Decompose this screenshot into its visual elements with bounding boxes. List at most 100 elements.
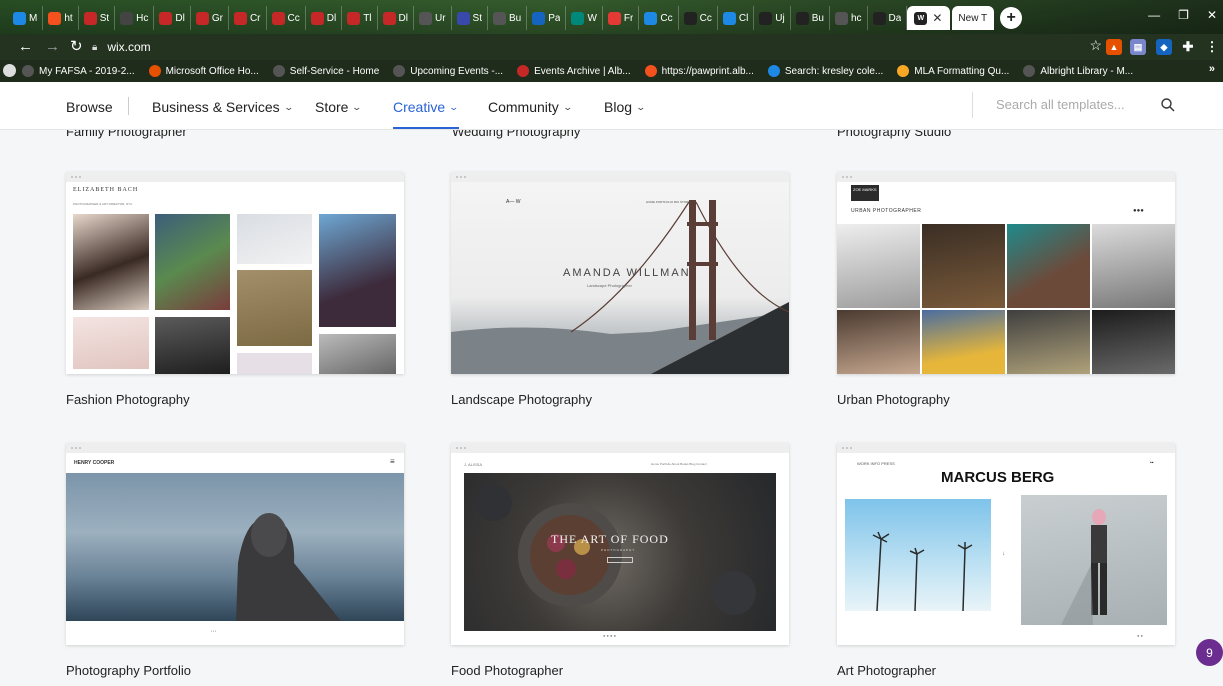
bookmark-item[interactable]: Events Archive | Alb...: [517, 65, 631, 77]
browser-tab-active[interactable]: W ✕: [907, 6, 951, 30]
preview-photo: [837, 310, 920, 374]
browser-tab[interactable]: Hc: [115, 6, 155, 30]
preview-topbar: [837, 172, 1175, 182]
template-preview[interactable]: ELIZABETH BACH PHOTOGRAPHER & ART DIRECT…: [66, 172, 404, 374]
preview-brand: J. ALISSA: [464, 462, 483, 467]
menu-dots-icon[interactable]: ⋮: [1204, 39, 1220, 55]
bookmark-item[interactable]: My FAFSA - 2019-2...: [22, 65, 135, 77]
browser-tab[interactable]: W: [566, 6, 603, 30]
template-title[interactable]: Landscape Photography: [451, 392, 592, 407]
forward-icon[interactable]: →: [45, 38, 60, 56]
browser-tab[interactable]: M: [8, 6, 44, 30]
template-title[interactable]: Food Photographer: [451, 663, 563, 678]
browser-tab[interactable]: Bu: [791, 6, 830, 30]
restore-icon[interactable]: ❐: [1178, 8, 1189, 22]
reload-icon[interactable]: ↻: [70, 38, 83, 56]
browser-tab[interactable]: ht: [43, 6, 79, 30]
browser-tab[interactable]: Gr: [191, 6, 229, 30]
bookmark-item[interactable]: Search: kresley cole...: [767, 65, 883, 77]
template-title[interactable]: Family Photographer: [66, 130, 187, 139]
nav-browse[interactable]: Browse: [66, 99, 113, 115]
browser-tab[interactable]: Ur: [414, 6, 452, 30]
close-window-icon[interactable]: ✕: [1207, 8, 1217, 22]
nav-blog[interactable]: Blog ⌄: [604, 99, 646, 115]
template-preview[interactable]: ZOE MARKS URBAN PHOTOGRAPHER ●●●: [837, 172, 1175, 374]
browser-tab[interactable]: St: [452, 6, 488, 30]
hamburger-icon: ≡: [390, 457, 395, 466]
browser-tab[interactable]: Cc: [679, 6, 718, 30]
extension-icon[interactable]: ◆: [1156, 39, 1172, 55]
browser-tab[interactable]: St: [79, 6, 116, 30]
template-title[interactable]: Urban Photography: [837, 392, 950, 407]
browser-tab[interactable]: Cc: [267, 6, 306, 30]
browser-tab[interactable]: Uj: [754, 6, 791, 30]
nav-label: Business & Services: [152, 99, 280, 115]
preview-topbar: [837, 443, 1175, 453]
template-card-portfolio[interactable]: HENRY COOPER ≡ ▪ ▪ ▪ Photography Portfol…: [66, 443, 404, 678]
browser-tab[interactable]: Tl: [342, 6, 378, 30]
browser-tab[interactable]: New T: [952, 6, 995, 30]
bookmark-item[interactable]: Microsoft Office Ho...: [148, 65, 259, 77]
extension-icon[interactable]: ▤: [1130, 39, 1146, 55]
template-card-urban[interactable]: ZOE MARKS URBAN PHOTOGRAPHER ●●● Urban P…: [837, 172, 1175, 407]
extension-icon[interactable]: ▲: [1106, 39, 1122, 55]
template-title[interactable]: Wedding Photography: [452, 130, 580, 139]
college-icon: [310, 11, 324, 25]
tab-label: Uj: [775, 12, 785, 24]
bookmark-item[interactable]: Self-Service - Home: [272, 65, 379, 77]
bookmark-item[interactable]: Albright Library - M...: [1023, 65, 1133, 77]
nav-creative[interactable]: Creative ⌄: [393, 99, 459, 115]
search-input[interactable]: [996, 97, 1146, 112]
template-title[interactable]: Photography Portfolio: [66, 663, 191, 678]
tab-label: St: [99, 12, 110, 24]
address-bar[interactable]: 🔒︎ wix.com ☆: [92, 37, 1102, 57]
more-bookmarks-icon[interactable]: »: [1209, 63, 1215, 75]
nav-business-services[interactable]: Business & Services ⌄: [152, 99, 294, 115]
template-card-art[interactable]: WORK INFO PRESS ▪▪ MARCUS BERG ↓ ● ● Art…: [837, 443, 1175, 678]
template-preview[interactable]: J. ALISSA Home Portfolio About Books Blo…: [451, 443, 789, 645]
template-card-food[interactable]: J. ALISSA Home Portfolio About Books Blo…: [451, 443, 789, 678]
browser-tab[interactable]: Dl: [154, 6, 191, 30]
preview-photo: [1007, 310, 1090, 374]
tab-label: Bu: [509, 12, 522, 24]
browser-tab[interactable]: Bu: [488, 6, 528, 30]
browser-tab[interactable]: Dl: [378, 6, 414, 30]
chat-badge[interactable]: 9: [1196, 639, 1223, 666]
template-title[interactable]: Fashion Photography: [66, 392, 190, 407]
preview-subtitle: PHOTOGRAPHER & ART DIRECTOR, NYC: [73, 202, 133, 206]
wix-icon: [683, 11, 697, 25]
back-icon[interactable]: ←: [18, 38, 33, 56]
tab-label: Fr: [623, 12, 634, 24]
browser-tab[interactable]: hc: [830, 6, 868, 30]
preview-photo: [155, 317, 230, 374]
browser-tab[interactable]: Dl: [306, 6, 343, 30]
browser-tab[interactable]: Cl: [718, 6, 755, 30]
browser-tab[interactable]: Da: [868, 6, 908, 30]
puzzle-icon[interactable]: ✚: [1180, 39, 1196, 55]
template-title[interactable]: Art Photographer: [837, 663, 936, 678]
close-tab-icon[interactable]: ✕: [932, 11, 942, 25]
preview-menu: WORK INFO PRESS: [857, 461, 895, 466]
minimize-icon[interactable]: —: [1148, 8, 1160, 22]
template-card-fashion[interactable]: ELIZABETH BACH PHOTOGRAPHER & ART DIRECT…: [66, 172, 404, 407]
template-preview[interactable]: WORK INFO PRESS ▪▪ MARCUS BERG ↓ ● ●: [837, 443, 1175, 645]
bookmark-star-icon[interactable]: ☆: [1089, 37, 1102, 54]
nav-community[interactable]: Community ⌄: [488, 99, 573, 115]
docs-icon: [644, 11, 658, 25]
template-preview[interactable]: HENRY COOPER ≡ ▪ ▪ ▪: [66, 443, 404, 645]
bookmark-item[interactable]: https://pawprint.alb...: [644, 65, 754, 77]
browser-tab[interactable]: Cr: [229, 6, 267, 30]
nav-store[interactable]: Store ⌄: [315, 99, 363, 115]
new-tab-icon[interactable]: +: [1000, 7, 1023, 29]
template-title[interactable]: Photography Studio: [837, 130, 951, 139]
preview-photo: [1007, 224, 1090, 308]
profile-icon[interactable]: [3, 64, 16, 77]
template-card-landscape[interactable]: A— W HOME PORTFOLIO BIO STORE AMANDA WIL…: [451, 172, 789, 407]
bookmark-item[interactable]: MLA Formatting Qu...: [897, 65, 1009, 77]
browser-tab[interactable]: Pa: [527, 6, 567, 30]
browser-tab[interactable]: Cc: [639, 6, 679, 30]
bookmark-item[interactable]: Upcoming Events -...: [393, 65, 503, 77]
search-icon[interactable]: [1160, 97, 1176, 113]
browser-tab[interactable]: Fr: [603, 6, 640, 30]
template-preview[interactable]: A— W HOME PORTFOLIO BIO STORE AMANDA WIL…: [451, 172, 789, 374]
